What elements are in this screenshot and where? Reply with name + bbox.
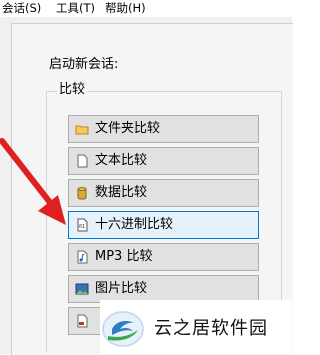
picture-compare-button[interactable]: 图片比较 [68,275,259,303]
folder-compare-label: 文件夹比较 [95,121,161,136]
start-new-session-title: 启动新会话: [49,57,119,72]
folder-icon [75,122,89,136]
mp3-compare-button[interactable]: MP3 比较 [68,243,259,271]
menu-help[interactable]: 帮助(H) [105,1,146,16]
mp3-compare-label: MP3 比较 [95,249,153,264]
menu-session[interactable]: 会话(S) [2,1,41,16]
folder-compare-button[interactable]: 文件夹比较 [68,115,259,143]
text-compare-label: 文本比较 [95,153,148,168]
red-arrow-icon [0,138,66,225]
compare-group-label: 比较 [57,82,88,98]
hex-compare-label: 十六进制比较 [95,217,174,232]
watermark: 云之居软件园 [100,300,292,354]
text-compare-button[interactable]: 文本比较 [68,147,259,175]
version-document-icon [75,314,89,328]
data-compare-label: 数据比较 [95,185,148,200]
music-file-icon [75,250,89,264]
picture-icon [75,282,89,296]
watermark-text: 云之居软件园 [154,318,268,339]
picture-compare-label: 图片比较 [95,281,148,296]
data-compare-button[interactable]: 数据比较 [68,179,259,207]
watermark-logo-icon [102,311,144,347]
menu-bar: 会话(S) 工具(T) 帮助(H) [0,0,292,18]
menu-tools[interactable]: 工具(T) [56,1,95,16]
hex-compare-button[interactable]: 01 十六进制比较 [68,211,259,239]
